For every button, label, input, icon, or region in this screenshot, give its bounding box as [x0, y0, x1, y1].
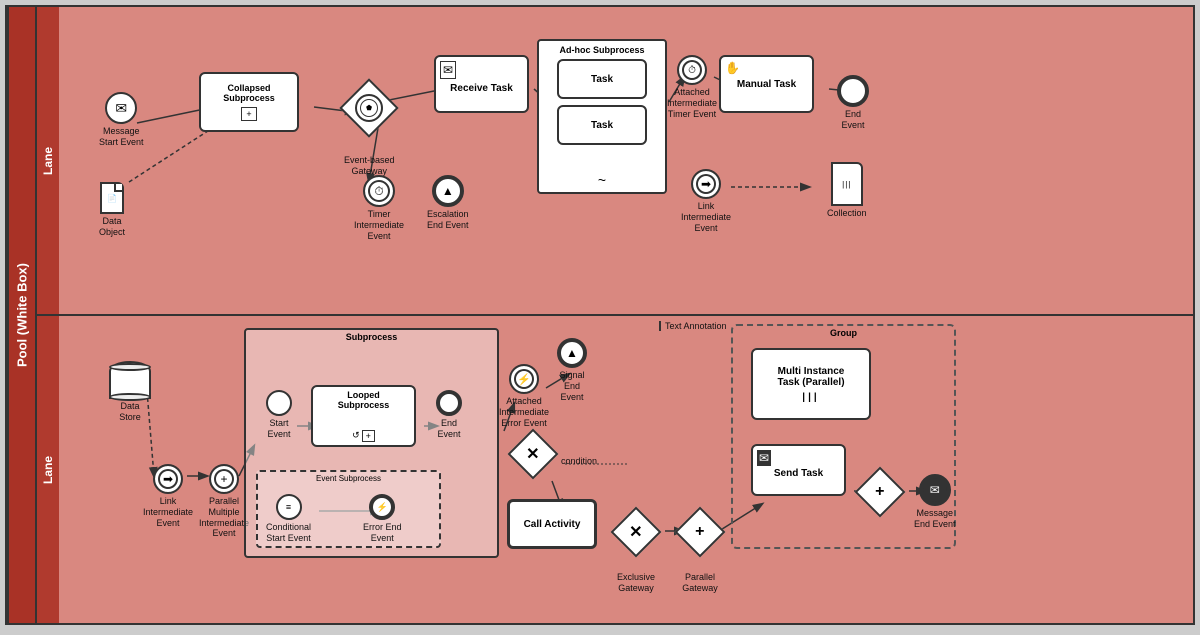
- error-end-label: Error EndEvent: [363, 522, 402, 544]
- looped-subprocess: Looped Subprocess ↺ +: [311, 385, 416, 447]
- send-task: ✉ Send Task: [751, 444, 846, 496]
- link-int-bottom-label: LinkIntermediateEvent: [143, 496, 193, 528]
- condition-label: condition: [561, 456, 597, 466]
- parallel-multiple-int: + ParallelMultipleIntermediateEvent: [199, 464, 249, 539]
- timer-int-label: TimerIntermediateEvent: [354, 209, 404, 241]
- lane-top: Lane: [35, 7, 1193, 316]
- collapsed-subprocess: Collapsed Subprocess +: [199, 72, 299, 132]
- attached-error-event: ⚡ AttachedIntermediateError Event: [499, 364, 549, 428]
- message-start-label: Message Start Event: [99, 126, 144, 148]
- exclusive-gw2-label: ExclusiveGateway: [617, 572, 655, 594]
- lane-label-bottom: Lane: [35, 316, 59, 623]
- conditional-start: ≡ ConditionalStart Event: [266, 494, 311, 544]
- lane-body-top: ✉ Message Start Event 📄 Data Object Coll…: [59, 7, 1193, 314]
- lane-label-top: Lane: [35, 7, 59, 314]
- adhoc-subprocess: Ad-hoc Subprocess Task Task ~: [537, 39, 667, 194]
- collection-label: Collection: [827, 208, 867, 219]
- end-event-sub-label: EndEvent: [437, 418, 460, 440]
- text-annotation: Text Annotation: [659, 321, 727, 331]
- data-store-label: DataStore: [119, 401, 141, 423]
- call-activity: Call Activity: [507, 499, 597, 549]
- signal-end-event: ▲ SignalEndEvent: [557, 338, 587, 402]
- event-based-gw-label: Event-basedGateway: [344, 155, 395, 177]
- end-event-top: EndEvent: [837, 75, 869, 131]
- conditional-start-label: ConditionalStart Event: [266, 522, 311, 544]
- escalation-end-label: EscalationEnd Event: [427, 209, 469, 231]
- data-object: 📄 Data Object: [99, 182, 125, 238]
- exclusive-gateway-2: ✕ ExclusiveGateway: [617, 514, 655, 594]
- attached-timer-label: AttachedIntermediateTimer Event: [667, 87, 717, 119]
- event-based-gateway: ⬟ Event-basedGateway: [344, 87, 395, 177]
- event-subprocess: Event Subprocess ≡ ConditionalStart Even…: [256, 470, 441, 548]
- parallel-gateway-2: +: [862, 474, 898, 510]
- data-object-label: Data Object: [99, 216, 125, 238]
- error-end-event: ⚡ Error EndEvent: [363, 494, 402, 544]
- exclusive-gateway-1: ✕: [515, 436, 551, 472]
- pool-label: Pool (White Box): [7, 7, 35, 623]
- attached-error-label: AttachedIntermediateError Event: [499, 396, 549, 428]
- link-intermediate-top: ➡ LinkIntermediateEvent: [681, 169, 731, 233]
- escalation-end-event: ▲ EscalationEnd Event: [427, 175, 469, 231]
- multi-instance-task: Multi Instance Task (Parallel) |||: [751, 348, 871, 420]
- timer-intermediate-event: ⏱ TimerIntermediateEvent: [354, 175, 404, 241]
- pool: Pool (White Box) Lane: [5, 5, 1195, 625]
- end-event-subprocess: EndEvent: [436, 390, 462, 440]
- end-event-label: EndEvent: [841, 109, 864, 131]
- pool-content: Lane: [35, 7, 1193, 623]
- receive-task: ✉ Receive Task: [434, 55, 529, 113]
- start-event-subprocess: StartEvent: [266, 390, 292, 440]
- link-int-top-label: LinkIntermediateEvent: [681, 201, 731, 233]
- collection: ||| Collection: [827, 162, 867, 219]
- message-start-event: ✉ Message Start Event: [99, 92, 144, 148]
- parallel-gateway: + ParallelGateway: [682, 514, 718, 594]
- attached-timer: ⏱ AttachedIntermediateTimer Event: [667, 55, 717, 119]
- subprocess: Subprocess StartEvent Looped Subprocess …: [244, 328, 499, 558]
- message-end-event: ✉ MessageEnd Event: [914, 474, 956, 530]
- message-end-label: MessageEnd Event: [914, 508, 956, 530]
- parallel-gw-label: ParallelGateway: [682, 572, 718, 594]
- lane-bottom: Lane: [35, 316, 1193, 623]
- link-intermediate-bottom: ➡ LinkIntermediateEvent: [143, 464, 193, 528]
- lane-body-bottom: DataStore ➡ LinkIntermediateEvent + Para…: [59, 316, 1193, 623]
- parallel-multiple-label: ParallelMultipleIntermediateEvent: [199, 496, 249, 539]
- data-store: DataStore: [109, 361, 151, 423]
- start-event-label: StartEvent: [267, 418, 290, 440]
- manual-task: ✋ Manual Task: [719, 55, 814, 113]
- signal-end-label: SignalEndEvent: [559, 370, 584, 402]
